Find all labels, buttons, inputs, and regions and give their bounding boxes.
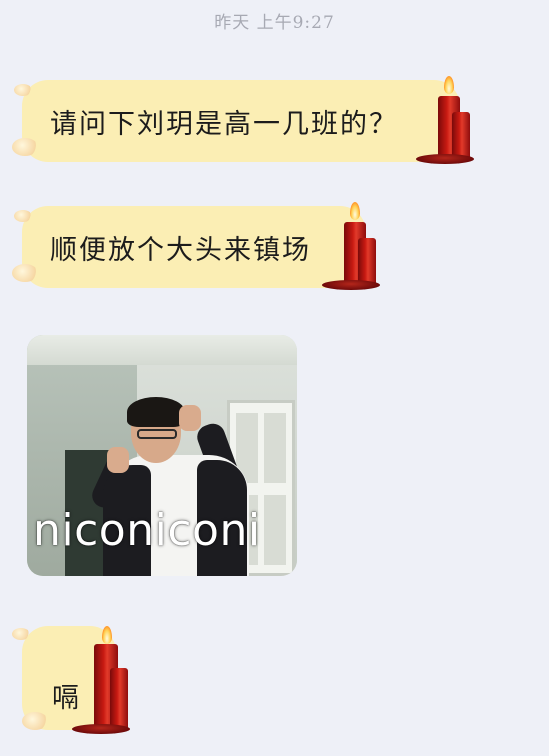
- message-bubble-2[interactable]: 顺便放个大头来镇场: [22, 206, 366, 288]
- bubble-ornament: [12, 138, 38, 156]
- bubble-ornament: [14, 210, 32, 222]
- chat-timestamp: 昨天 上午9:27: [214, 13, 335, 33]
- bubble-ornament: [12, 264, 38, 282]
- photo-person-hand: [179, 405, 201, 431]
- bubble-ornament: [12, 628, 30, 640]
- photo-person-hair: [127, 397, 185, 427]
- candle-icon: [72, 624, 132, 734]
- bubble-ornament: [22, 712, 48, 730]
- message-text: 顺便放个大头来镇场: [50, 234, 311, 266]
- candle-icon: [322, 200, 382, 290]
- photo-ceiling: [27, 335, 297, 365]
- photo-person-hand: [107, 447, 129, 473]
- message-text: 请问下刘玥是高一几班的？: [50, 108, 398, 140]
- photo-person-glasses: [137, 429, 177, 439]
- message-image[interactable]: niconiconi: [27, 335, 297, 576]
- candle-icon: [416, 74, 476, 164]
- image-caption: niconiconi: [33, 505, 261, 556]
- bubble-ornament: [14, 84, 32, 96]
- message-bubble-1[interactable]: 请问下刘玥是高一几班的？: [22, 80, 460, 162]
